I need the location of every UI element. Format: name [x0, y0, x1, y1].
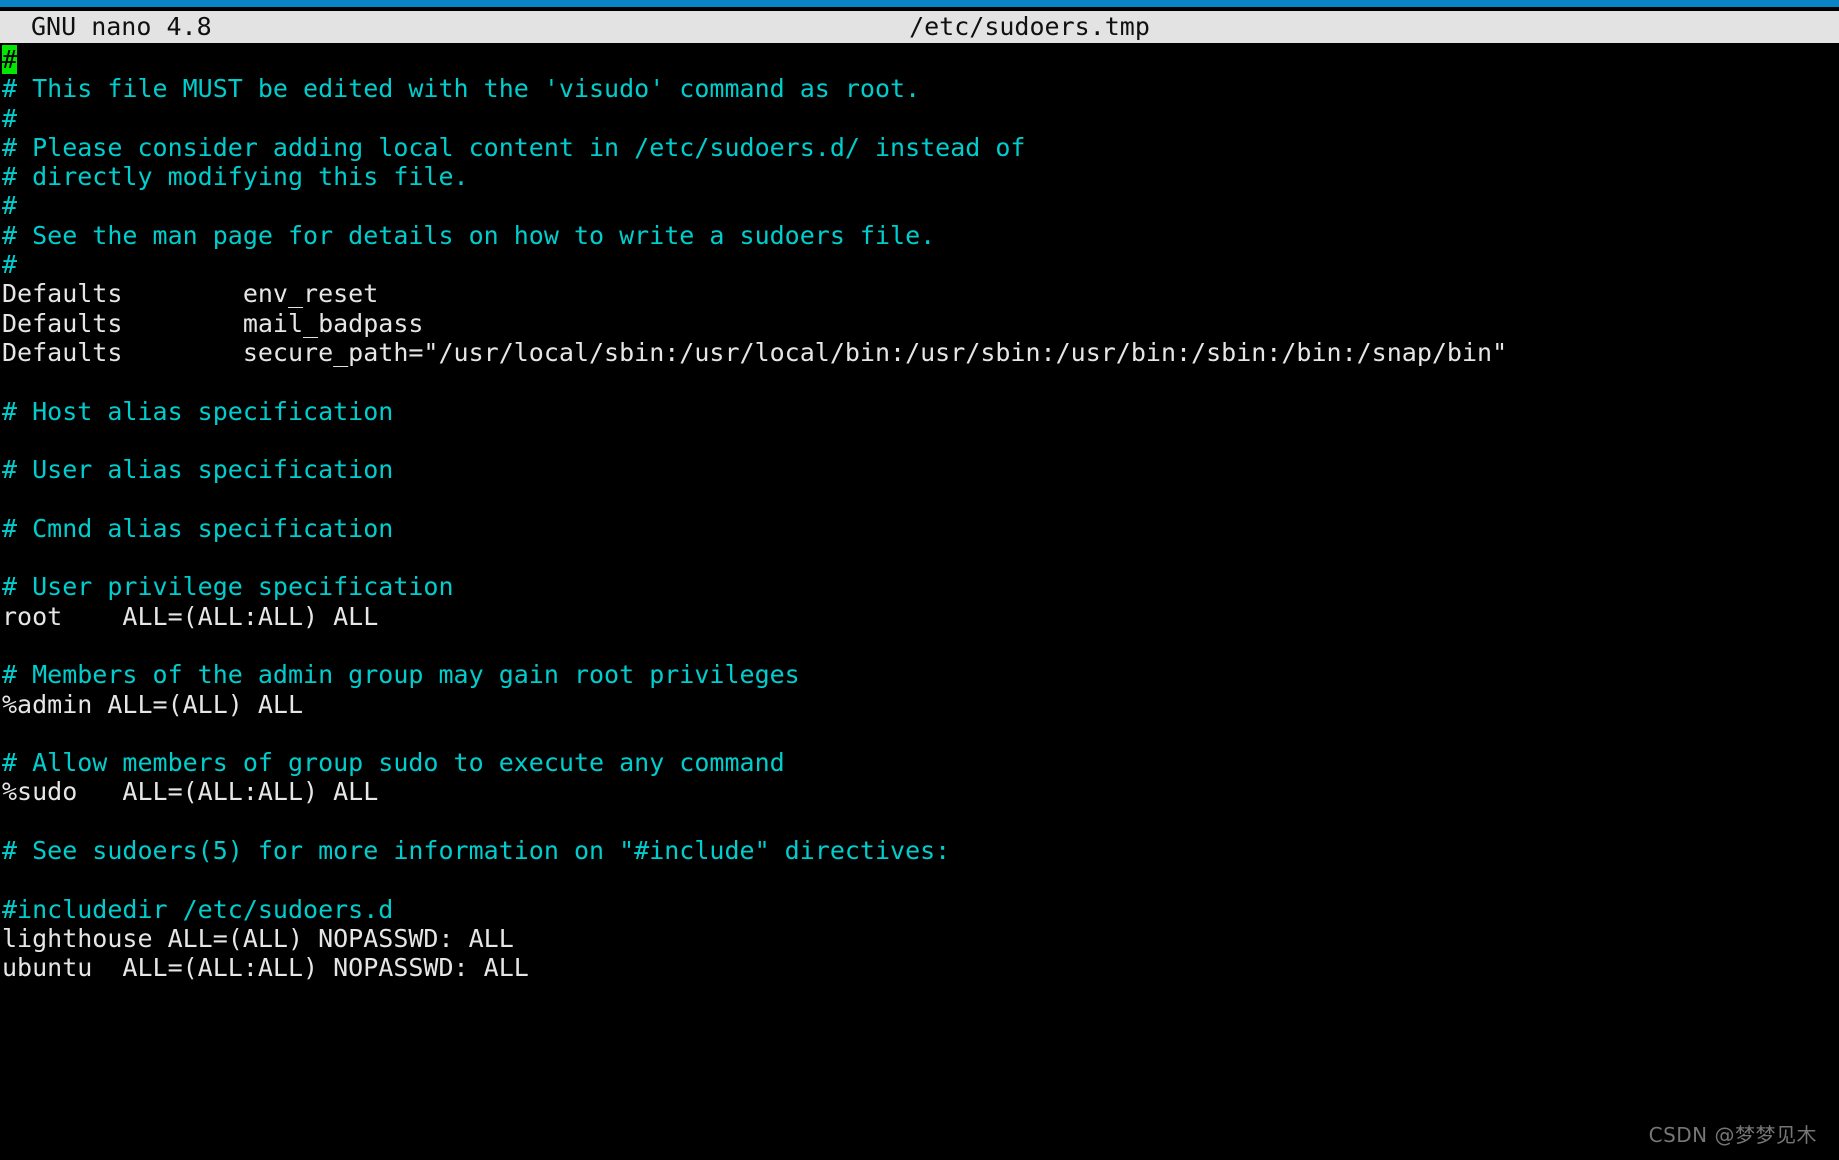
editor-line[interactable]: # Host alias specification [0, 397, 1839, 426]
editor-line[interactable]: # User alias specification [0, 455, 1839, 484]
editor-line[interactable]: # This file MUST be edited with the 'vis… [0, 74, 1839, 103]
editor-line[interactable]: # See the man page for details on how to… [0, 221, 1839, 250]
editor-line[interactable] [0, 807, 1839, 836]
editor-line[interactable] [0, 426, 1839, 455]
nano-filename-label: /etc/sudoers.tmp [909, 12, 1150, 41]
editor-line[interactable]: %admin ALL=(ALL) ALL [0, 690, 1839, 719]
editor-line[interactable]: # Cmnd alias specification [0, 514, 1839, 543]
editor-line[interactable]: # User privilege specification [0, 572, 1839, 601]
editor-line[interactable]: # Please consider adding local content i… [0, 133, 1839, 162]
editor-line[interactable] [0, 719, 1839, 748]
editor-line[interactable] [0, 543, 1839, 572]
editor-line[interactable]: Defaults mail_badpass [0, 309, 1839, 338]
editor-line[interactable]: # Members of the admin group may gain ro… [0, 660, 1839, 689]
editor-line[interactable]: # Allow members of group sudo to execute… [0, 748, 1839, 777]
editor-line[interactable]: # [0, 104, 1839, 133]
editor-line[interactable]: Defaults secure_path="/usr/local/sbin:/u… [0, 338, 1839, 367]
csdn-watermark: CSDN @梦梦见木 [1648, 1123, 1817, 1147]
editor-line[interactable] [0, 631, 1839, 660]
editor-line[interactable]: #includedir /etc/sudoers.d [0, 895, 1839, 924]
editor-line[interactable] [0, 484, 1839, 513]
editor-line[interactable]: # [0, 191, 1839, 220]
editor-line[interactable]: # [0, 45, 1839, 75]
editor-line[interactable]: # See sudoers(5) for more information on… [0, 836, 1839, 865]
editor-line[interactable] [0, 865, 1839, 894]
editor-line[interactable]: ubuntu ALL=(ALL:ALL) NOPASSWD: ALL [0, 953, 1839, 982]
editor-text-area[interactable]: # # This file MUST be edited with the 'vi… [0, 45, 1839, 1160]
window-accent-bar [0, 0, 1839, 7]
editor-line[interactable]: Defaults env_reset [0, 279, 1839, 308]
editor-line[interactable]: %sudo ALL=(ALL:ALL) ALL [0, 777, 1839, 806]
text-cursor: # [2, 45, 18, 75]
editor-line[interactable] [0, 367, 1839, 396]
nano-editor-window: GNU nano 4.8 /etc/sudoers.tmp # # This fi… [0, 0, 1839, 1160]
editor-line[interactable]: root ALL=(ALL:ALL) ALL [0, 602, 1839, 631]
editor-line[interactable]: # [0, 250, 1839, 279]
nano-title-bar: GNU nano 4.8 /etc/sudoers.tmp [0, 11, 1839, 43]
editor-line[interactable]: # directly modifying this file. [0, 162, 1839, 191]
editor-line[interactable]: lighthouse ALL=(ALL) NOPASSWD: ALL [0, 924, 1839, 953]
